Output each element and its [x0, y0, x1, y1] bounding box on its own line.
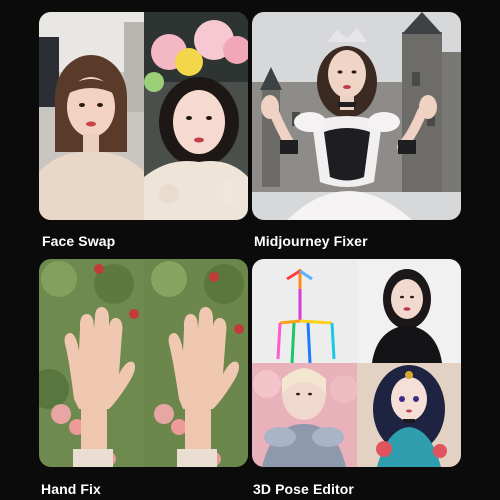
hand-fix-label[interactable]: Hand Fix: [41, 481, 101, 497]
3d-pose-editor-card[interactable]: [252, 259, 461, 467]
hand-fix-card[interactable]: [39, 259, 248, 467]
face-swap-label[interactable]: Face Swap: [42, 233, 115, 249]
hand-fix-preview-image: [39, 259, 248, 467]
3d-pose-editor-preview-image: [252, 259, 461, 467]
3d-pose-editor-label[interactable]: 3D Pose Editor: [253, 481, 354, 497]
midjourney-fixer-card[interactable]: [252, 12, 461, 220]
face-swap-preview-image: [39, 12, 248, 220]
midjourney-fixer-label[interactable]: Midjourney Fixer: [254, 233, 368, 249]
midjourney-fixer-preview-image: [252, 12, 461, 220]
face-swap-card[interactable]: [39, 12, 248, 220]
